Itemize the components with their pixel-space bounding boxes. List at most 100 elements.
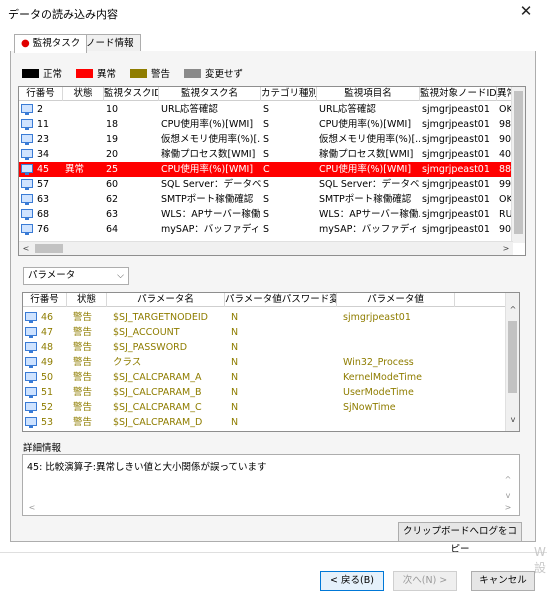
detail-scroll-up-icon[interactable]: ^ bbox=[501, 473, 515, 487]
task-grid[interactable]: 行番号 状態 監視タスクID 監視タスク名 カテゴリ種別 監視項目名 監視対象ノ… bbox=[18, 86, 526, 256]
task-grid-vscroll[interactable] bbox=[511, 87, 525, 243]
table-row[interactable]: 23 19 仮想メモリ使用率(%)[... S 仮想メモリ使用率(%)[... sjmgr… bbox=[19, 132, 513, 147]
param-select[interactable]: パラメータ ⌵ bbox=[23, 267, 129, 285]
scroll-down-icon[interactable]: v bbox=[506, 413, 519, 427]
table-row[interactable]: 11 18 CPU使用率(%)[WMI] S CPU使用率(%)[WMI] sjmgrjp… bbox=[19, 117, 513, 132]
watermark-text: W 設 bbox=[534, 545, 547, 575]
table-row[interactable]: 49 警告 クラス N Win32_Process bbox=[23, 355, 507, 370]
tab-node-info[interactable]: ノード情報 bbox=[79, 34, 141, 52]
table-row[interactable]: 2 10 URL応答確認 S URL応答確認 sjmgrjpeast01 OK bbox=[19, 102, 513, 117]
detail-scroll-left-icon[interactable]: < bbox=[25, 501, 39, 515]
table-row[interactable]: 50 警告 $SJ_CALCPARAM_A N KernelModeTime bbox=[23, 370, 507, 385]
row-no: 11 bbox=[19, 117, 63, 132]
table-row[interactable]: 7664mySAP：バッファディレ...SmySAP：バッファディレ...sjm… bbox=[19, 222, 513, 237]
row-node-id: sjmgrjpeast01 bbox=[422, 149, 490, 160]
monitor-icon bbox=[25, 357, 37, 368]
tab-monitor-task[interactable]: ● 監視タスク bbox=[14, 34, 88, 53]
row-status bbox=[63, 177, 104, 192]
detail-text: 45: 比較演算子:異常しきい値と大小関係が誤っています bbox=[27, 462, 267, 473]
col-row-no[interactable]: 行番号 bbox=[19, 87, 63, 101]
row-node-id: sjmgrjpeast01 bbox=[422, 209, 490, 220]
row-task-id: 63 bbox=[106, 209, 119, 220]
scroll-up-icon[interactable]: ^ bbox=[506, 303, 519, 317]
pcol-password[interactable]: パラメータ値パスワード変換 bbox=[225, 293, 337, 307]
prow-no: 46 bbox=[23, 310, 67, 325]
row-no: 2 bbox=[19, 102, 63, 117]
pcol-row-no[interactable]: 行番号 bbox=[23, 293, 67, 307]
monitor-icon bbox=[25, 327, 37, 338]
detail-scroll-right-icon[interactable]: > bbox=[501, 501, 515, 515]
table-row[interactable]: 46 警告 $SJ_TARGETNODEID Nsjmgrjpeast01 bbox=[23, 310, 507, 325]
col-task-name[interactable]: 監視タスク名 bbox=[159, 87, 261, 101]
cancel-button[interactable]: キャンセル bbox=[471, 571, 535, 591]
prow-status: 警告 bbox=[73, 312, 93, 323]
col-task-id[interactable]: 監視タスクID bbox=[104, 87, 159, 101]
task-grid-hscroll-thumb[interactable] bbox=[35, 244, 63, 253]
pcol-name[interactable]: パラメータ名 bbox=[107, 293, 225, 307]
prow-name: $SJ_CALCPARAM_D bbox=[113, 417, 203, 428]
row-node-id: sjmgrjpeast01 bbox=[422, 104, 490, 115]
row-task-name: 稼働プロセス数[WMI] bbox=[161, 149, 256, 160]
row-no: 63 bbox=[19, 192, 63, 207]
task-grid-vscroll-thumb[interactable] bbox=[514, 91, 523, 234]
table-row[interactable]: 63 62 SMTPポート稼働確認 S SMTPポート稼働確認 sjmgrjpeast01… bbox=[19, 192, 513, 207]
detail-textbox[interactable]: 45: 比較演算子:異常しきい値と大小関係が誤っています ^ v < > bbox=[22, 454, 520, 516]
monitor-icon bbox=[25, 387, 37, 398]
legend-unchanged: 変更せず bbox=[184, 66, 243, 80]
row-no: 34 bbox=[19, 147, 63, 162]
col-node-id[interactable]: 監視対象ノードID bbox=[420, 87, 497, 101]
col-status[interactable]: 状態 bbox=[63, 87, 104, 101]
close-icon[interactable]: ✕ bbox=[517, 2, 535, 20]
table-row[interactable]: 45 異常 25 CPU使用率(%)[WMI] C CPU使用率(%)[WMI] sjmgr… bbox=[19, 162, 513, 177]
table-row[interactable]: 5760SQL Server：データベー...SSQL Server：データベー… bbox=[19, 177, 513, 192]
prow-status: 警告 bbox=[73, 387, 93, 398]
monitor-icon bbox=[21, 119, 33, 130]
table-row[interactable]: 48 警告 $SJ_PASSWORD N bbox=[23, 340, 507, 355]
row-category: S bbox=[263, 119, 270, 130]
row-category: S bbox=[263, 134, 270, 145]
param-select-value: パラメータ bbox=[28, 270, 76, 281]
prow-no: 48 bbox=[23, 340, 67, 355]
param-grid-vscroll[interactable]: ^ v bbox=[505, 293, 519, 431]
table-row[interactable]: 51 警告 $SJ_CALCPARAM_B N UserModeTime bbox=[23, 385, 507, 400]
table-row[interactable]: 53 警告 $SJ_CALCPARAM_D N bbox=[23, 415, 507, 430]
row-task-name: CPU使用率(%)[WMI] bbox=[161, 119, 254, 130]
table-row[interactable]: 34 20 稼働プロセス数[WMI] S 稼働プロセス数[WMI] sjmgrjpeast… bbox=[19, 147, 513, 162]
task-grid-hscroll[interactable]: < > bbox=[19, 241, 513, 255]
table-row[interactable]: 68 63 WLS：APサーバー稼働... S WLS：APサーバー稼働... sjmgr… bbox=[19, 207, 513, 222]
prow-value bbox=[337, 415, 455, 430]
row-item-name: SMTPポート稼働確認 bbox=[319, 194, 412, 205]
row-task-name: CPU使用率(%)[WMI] bbox=[161, 164, 254, 175]
monitor-icon bbox=[21, 104, 33, 115]
prow-name: $SJ_TARGETNODEID bbox=[113, 312, 208, 323]
copy-log-button[interactable]: クリップボードへログをコピー bbox=[398, 522, 522, 555]
next-button[interactable]: 次へ(N) > bbox=[393, 571, 457, 591]
col-category[interactable]: カテゴリ種別 bbox=[261, 87, 317, 101]
detail-label: 詳細情報 bbox=[23, 443, 62, 454]
prow-name: $SJ_CALCPARAM_A bbox=[113, 372, 202, 383]
pcol-status[interactable]: 状態 bbox=[67, 293, 107, 307]
pcol-value[interactable]: パラメータ値 bbox=[337, 293, 455, 307]
prow-value: UserModeTime bbox=[343, 387, 414, 398]
prow-no: 53 bbox=[23, 415, 67, 430]
scroll-left-icon[interactable]: < bbox=[19, 242, 33, 255]
row-no: 76 bbox=[19, 222, 63, 237]
prow-name: $SJ_PASSWORD bbox=[113, 342, 188, 353]
tab-monitor-task-label: 監視タスク bbox=[32, 38, 81, 49]
monitor-icon bbox=[21, 179, 33, 190]
back-button[interactable]: < 戻る(B) bbox=[320, 571, 384, 591]
prow-password: N bbox=[231, 372, 239, 383]
param-grid[interactable]: 行番号 状態 パラメータ名 パラメータ値パスワード変換 パラメータ値 46 警告 $… bbox=[22, 292, 520, 432]
prow-no: 51 bbox=[23, 385, 67, 400]
prow-status: 警告 bbox=[73, 372, 93, 383]
table-row[interactable]: 52 警告 $SJ_CALCPARAM_C N SjNowTime bbox=[23, 400, 507, 415]
row-node-id: sjmgrjpeast01 bbox=[422, 224, 490, 235]
row-task-name: URL応答確認 bbox=[161, 104, 218, 115]
scroll-right-icon[interactable]: > bbox=[499, 242, 513, 255]
param-grid-vscroll-thumb[interactable] bbox=[508, 321, 517, 393]
row-status bbox=[63, 207, 104, 222]
monitor-icon bbox=[25, 372, 37, 383]
row-task-name: SMTPポート稼働確認 bbox=[161, 194, 254, 205]
table-row[interactable]: 47 警告 $SJ_ACCOUNT N bbox=[23, 325, 507, 340]
col-item-name[interactable]: 監視項目名 bbox=[317, 87, 420, 101]
